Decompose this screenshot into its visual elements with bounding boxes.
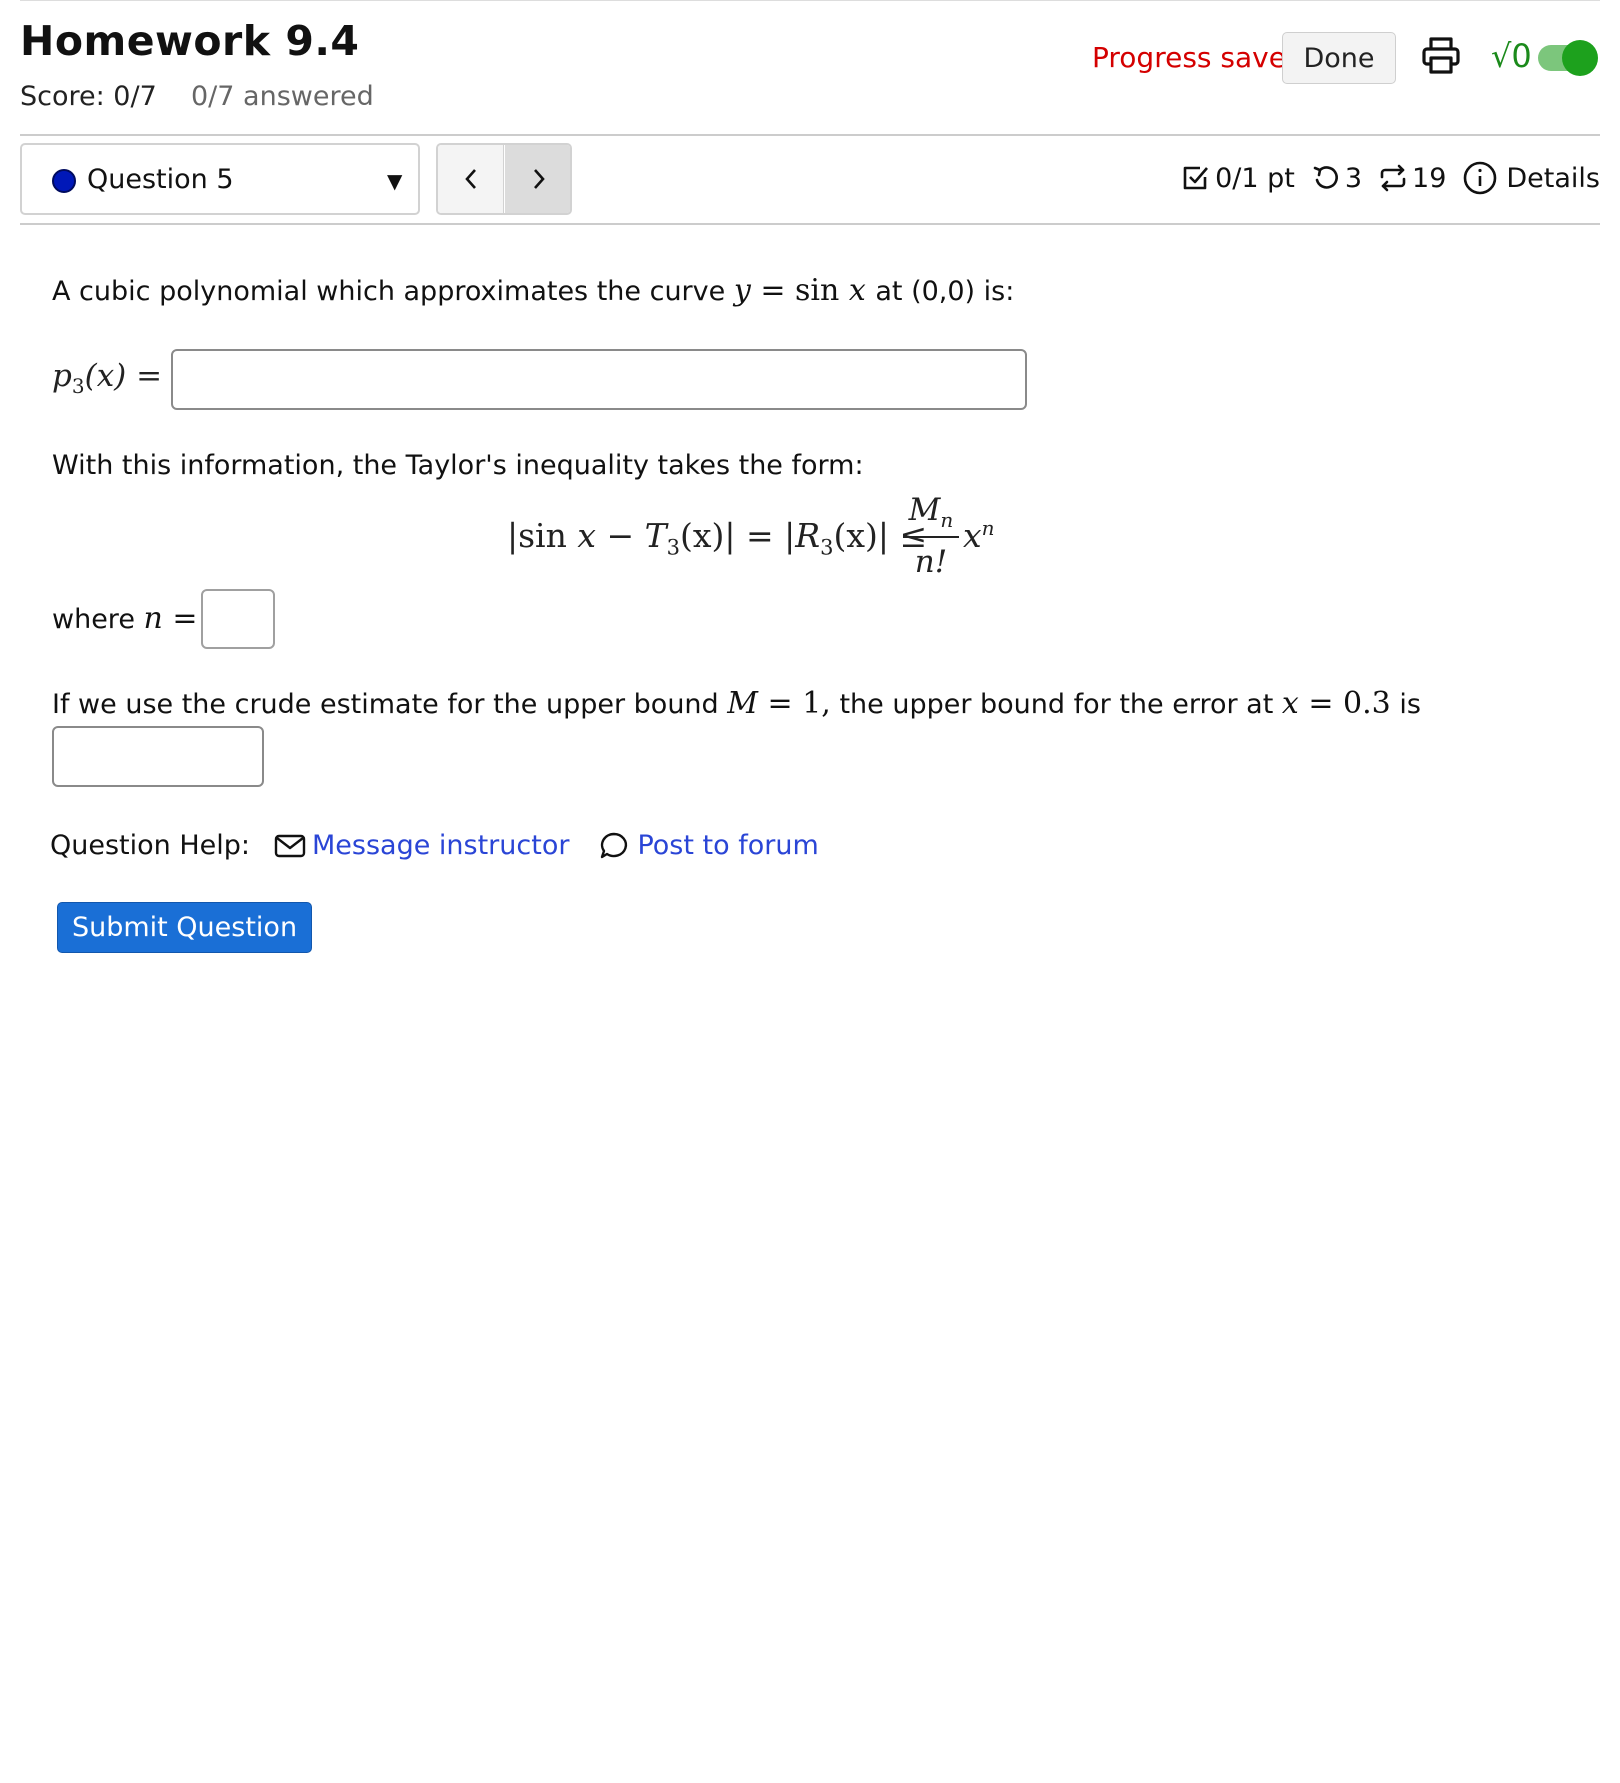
attempts-count: 19: [1412, 162, 1447, 194]
question-selector-label: Question 5: [87, 164, 234, 195]
retries-indicator: 3: [1311, 163, 1362, 194]
crude-estimate-text: If we use the crude estimate for the upp…: [52, 686, 1421, 721]
score-text: Score: 0/7: [20, 81, 157, 112]
question-help-label: Question Help:: [50, 830, 250, 861]
post-to-forum-link[interactable]: Post to forum: [599, 830, 819, 861]
message-instructor-link[interactable]: Message instructor: [274, 830, 569, 861]
question-bar-divider: [20, 223, 1600, 225]
undo-icon: [1313, 166, 1338, 189]
question-help: Question Help: Message instructor Post t…: [50, 830, 819, 861]
done-button[interactable]: Done: [1282, 32, 1396, 84]
page-header: Homework 9.4 Score: 0/7 0/7 answered Pro…: [20, 0, 1600, 136]
answered-count: 0/7 answered: [191, 81, 374, 112]
points-text: 0/1 pt: [1215, 162, 1295, 194]
page-title: Homework 9.4: [20, 17, 360, 65]
question-status-dot: [52, 169, 76, 193]
math-display-toggle[interactable]: [1538, 40, 1598, 76]
repeat-icon: [1380, 164, 1406, 192]
previous-question-button[interactable]: [438, 145, 504, 213]
chevron-right-icon: [533, 169, 545, 189]
next-question-button[interactable]: [505, 145, 570, 213]
points-indicator: 0/1 pt: [1181, 163, 1295, 194]
chat-bubble-icon: [601, 832, 628, 858]
chevron-left-icon: [464, 169, 476, 189]
p3-answer-input[interactable]: [171, 349, 1027, 410]
n-answer-input[interactable]: [201, 589, 275, 649]
inequality-fraction: Mn n!: [903, 492, 959, 580]
inequality-tail: xn: [963, 516, 995, 555]
intro-text: A cubic polynomial which approximates th…: [52, 276, 726, 307]
details-link[interactable]: Details: [1462, 160, 1600, 196]
submit-question-button[interactable]: Submit Question: [57, 902, 312, 953]
math-display-icon: √0: [1491, 37, 1532, 75]
checkbox-icon: [1183, 166, 1209, 190]
print-icon[interactable]: [1421, 35, 1461, 79]
attempts-indicator: 19: [1378, 163, 1446, 194]
question-bar: Question 5 ▼ 0/1 pt 3 19 Details: [20, 141, 1600, 225]
question-selector[interactable]: Question 5 ▼: [20, 143, 420, 215]
details-label: Details: [1506, 162, 1600, 194]
question-meta: 0/1 pt 3 19 Details: [1165, 160, 1600, 196]
mail-icon: [274, 834, 306, 857]
intro-tail: at (0,0) is:: [875, 276, 1015, 307]
question-intro: A cubic polynomial which approximates th…: [52, 273, 1014, 308]
retries-count: 3: [1344, 162, 1363, 194]
question-nav: [436, 143, 572, 215]
toggle-knob: [1562, 40, 1598, 76]
p3-label: p3(x) =: [52, 358, 163, 399]
caret-down-icon: ▼: [387, 169, 403, 193]
header-divider: [20, 134, 1600, 136]
info-icon: [1464, 161, 1497, 195]
where-n-label: where n =: [52, 601, 198, 636]
taylor-text: With this information, the Taylor's ineq…: [52, 450, 864, 481]
progress-status: Progress saved: [1092, 41, 1304, 74]
inequality-lhs: |sin x − T3(x)| = |R3(x)| ≤: [507, 516, 928, 560]
intro-math: y = sin x: [733, 273, 866, 308]
error-bound-input[interactable]: [52, 726, 264, 787]
